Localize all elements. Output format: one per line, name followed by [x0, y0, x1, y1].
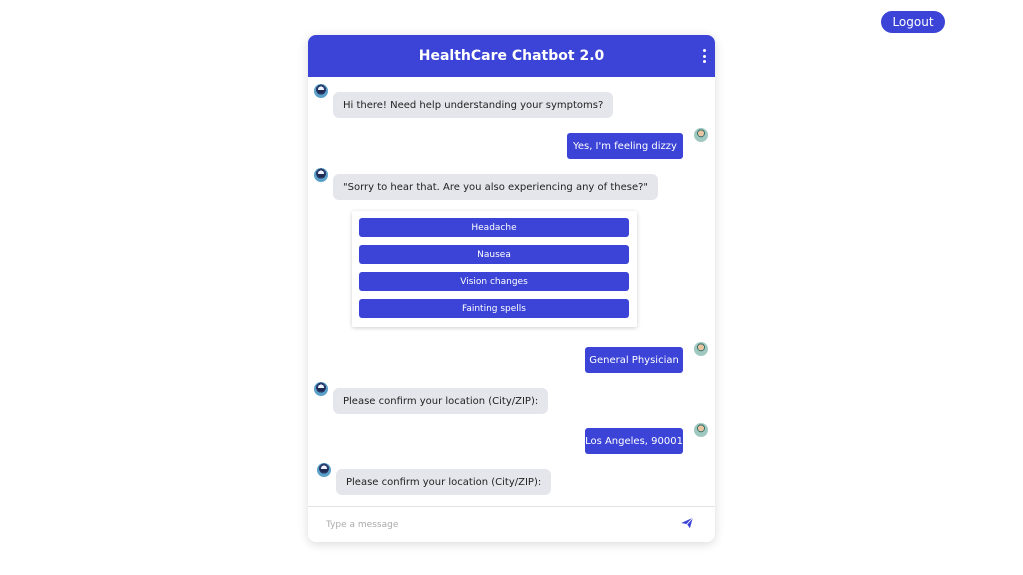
kebab-menu-icon[interactable]: [701, 49, 707, 63]
chat-title: HealthCare Chatbot 2.0: [418, 48, 605, 64]
user-avatar: [694, 423, 708, 437]
message-text: General Physician: [585, 347, 683, 373]
symptom-options: Headache Nausea Vision changes Fainting …: [352, 211, 637, 327]
option-fainting-spells[interactable]: Fainting spells: [359, 299, 629, 318]
message-text: Please confirm your location (City/ZIP):: [336, 469, 552, 495]
message-user: Los Angeles, 90001: [585, 428, 683, 454]
message-text: "Sorry to hear that. Are you also experi…: [333, 174, 659, 200]
message-text: Hi there! Need help understanding your s…: [333, 92, 614, 118]
message-text: Please confirm your location (City/ZIP):: [333, 388, 549, 414]
message-text: Yes, I'm feeling dizzy: [567, 133, 683, 159]
message-text: Los Angeles, 90001: [585, 428, 683, 454]
bot-avatar: [314, 168, 328, 182]
user-avatar: [694, 342, 708, 356]
bot-avatar: [314, 84, 328, 98]
message-bot: Please confirm your location (City/ZIP):: [333, 388, 549, 414]
message-input-bar: [308, 506, 715, 541]
bot-avatar: [314, 382, 328, 396]
message-input[interactable]: [326, 515, 656, 535]
message-bot: Hi there! Need help understanding your s…: [333, 92, 614, 118]
option-headache[interactable]: Headache: [359, 218, 629, 237]
message-user: General Physician: [585, 347, 683, 373]
option-nausea[interactable]: Nausea: [359, 245, 629, 264]
message-user: Yes, I'm feeling dizzy: [567, 133, 683, 159]
paper-plane-icon[interactable]: [680, 516, 694, 530]
bot-avatar: [317, 463, 331, 477]
chat-header: HealthCare Chatbot 2.0: [308, 35, 715, 77]
user-avatar: [694, 128, 708, 142]
logout-button[interactable]: Logout: [881, 11, 945, 33]
message-bot: "Sorry to hear that. Are you also experi…: [333, 174, 659, 200]
option-vision-changes[interactable]: Vision changes: [359, 272, 629, 291]
message-bot: Please confirm your location (City/ZIP):: [336, 469, 552, 495]
